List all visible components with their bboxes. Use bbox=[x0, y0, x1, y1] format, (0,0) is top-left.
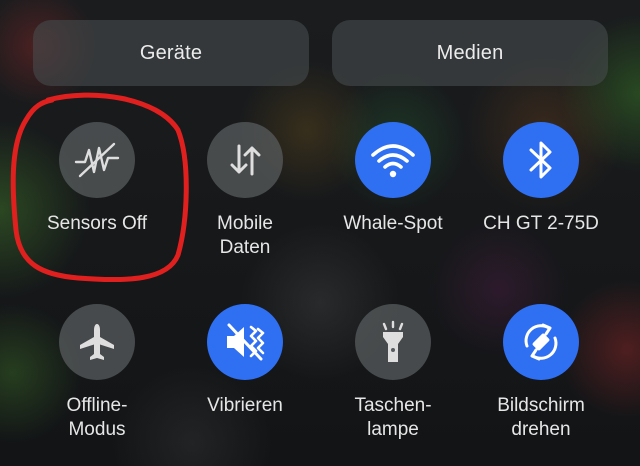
offline-mode-toggle[interactable] bbox=[59, 304, 135, 380]
offline-mode-label: Offline- Modus bbox=[66, 395, 128, 440]
auto-rotate-icon bbox=[524, 323, 558, 361]
mobile-data-toggle[interactable] bbox=[207, 122, 283, 198]
media-button[interactable]: Medien bbox=[332, 20, 608, 86]
sensors-off-toggle[interactable] bbox=[59, 122, 135, 198]
devices-button[interactable]: Geräte bbox=[33, 20, 309, 86]
tile-flashlight[interactable]: Taschen- lampe bbox=[319, 304, 467, 442]
tile-auto-rotate[interactable]: Bildschirm drehen bbox=[467, 304, 615, 442]
tile-wifi[interactable]: Whale-Spot bbox=[319, 122, 467, 236]
tile-vibrate[interactable]: Vibrieren bbox=[171, 304, 319, 418]
flashlight-icon bbox=[382, 320, 404, 362]
flashlight-label: Taschen- lampe bbox=[354, 395, 432, 440]
auto-rotate-label: Bildschirm drehen bbox=[497, 395, 585, 440]
tile-mobile-data[interactable]: Mobile Daten bbox=[171, 122, 319, 260]
tile-offline-mode[interactable]: Offline- Modus bbox=[23, 304, 171, 442]
mobile-data-arrows-icon bbox=[230, 144, 261, 176]
bluetooth-icon bbox=[529, 141, 552, 179]
sensors-off-label: Sensors Off bbox=[47, 213, 147, 234]
devices-button-label: Geräte bbox=[139, 41, 203, 64]
auto-rotate-toggle[interactable] bbox=[503, 304, 579, 380]
sensors-off-icon bbox=[74, 142, 120, 178]
wifi-icon bbox=[371, 144, 415, 178]
media-button-label: Medien bbox=[436, 41, 504, 64]
bluetooth-toggle[interactable] bbox=[503, 122, 579, 198]
vibrate-icon bbox=[227, 323, 265, 361]
wifi-label: Whale-Spot bbox=[343, 213, 443, 234]
vibrate-label: Vibrieren bbox=[207, 395, 283, 416]
airplane-icon bbox=[80, 324, 114, 360]
flashlight-toggle[interactable] bbox=[355, 304, 431, 380]
bluetooth-label: CH GT 2-75D bbox=[483, 213, 599, 234]
tile-bluetooth[interactable]: CH GT 2-75D bbox=[467, 122, 615, 236]
wifi-toggle[interactable] bbox=[355, 122, 431, 198]
tile-sensors-off[interactable]: Sensors Off bbox=[23, 122, 171, 236]
mobile-data-label: Mobile Daten bbox=[217, 213, 273, 258]
vibrate-toggle[interactable] bbox=[207, 304, 283, 380]
